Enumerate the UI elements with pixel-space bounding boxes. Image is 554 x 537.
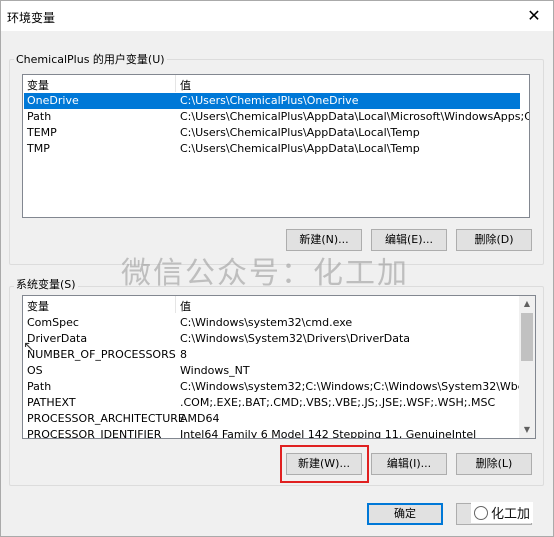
user-var-value: C:\Users\ChemicalPlus\AppData\Local\Temp [180, 126, 420, 139]
user-col-value[interactable]: 值 [180, 77, 191, 93]
table-row[interactable]: DriverData C:\Windows\System32\Drivers\D… [24, 331, 518, 347]
highlight-box [280, 445, 369, 483]
system-var-value: C:\Windows\system32\cmd.exe [180, 316, 353, 329]
window-title: 环境变量 [7, 11, 56, 25]
table-row[interactable]: ComSpec C:\Windows\system32\cmd.exe [24, 315, 518, 331]
user-variables-list[interactable]: 变量 值 OneDrive C:\Users\ChemicalPlus\OneD… [22, 74, 530, 218]
table-row[interactable]: OneDrive C:\Users\ChemicalPlus\OneDrive [24, 93, 520, 109]
table-row[interactable]: PATHEXT .COM;.EXE;.BAT;.CMD;.VBS;.VBE;.J… [24, 395, 518, 411]
table-row[interactable]: PROCESSOR_IDENTIFIER Intel64 Family 6 Mo… [24, 427, 518, 439]
system-var-value: C:\Windows\system32;C:\Windows;C:\Window… [180, 380, 536, 393]
user-var-name: OneDrive [27, 94, 79, 107]
user-var-value: C:\Users\ChemicalPlus\AppData\Local\Temp [180, 142, 420, 155]
system-var-name: OS [27, 364, 43, 377]
system-var-name: DriverData [27, 332, 88, 345]
table-row[interactable]: Path C:\Users\ChemicalPlus\AppData\Local… [24, 109, 529, 125]
environment-variables-dialog: 环境变量 ✕ ChemicalPlus 的用户变量(U) 变量 值 OneDri… [0, 0, 554, 537]
system-var-name: ComSpec [27, 316, 79, 329]
table-row[interactable]: TMP C:\Users\ChemicalPlus\AppData\Local\… [24, 141, 520, 157]
wechat-icon [474, 506, 488, 520]
system-var-name: NUMBER_OF_PROCESSORS [27, 348, 176, 361]
user-col-variable[interactable]: 变量 [27, 77, 49, 93]
scrollbar-thumb[interactable] [521, 313, 533, 361]
user-list-header: 变量 值 [23, 75, 529, 92]
user-variables-label: ChemicalPlus 的用户变量(U) [14, 51, 167, 67]
system-var-name: PATHEXT [27, 396, 76, 409]
table-row[interactable]: TEMP C:\Users\ChemicalPlus\AppData\Local… [24, 125, 520, 141]
user-var-name: TEMP [27, 126, 57, 139]
system-var-value: C:\Windows\System32\Drivers\DriverData [180, 332, 411, 345]
system-col-value[interactable]: 值 [180, 298, 191, 314]
user-var-value: C:\Users\ChemicalPlus\OneDrive [180, 94, 359, 107]
system-var-name: Path [27, 380, 52, 393]
system-variables-label: 系统变量(S) [14, 276, 78, 292]
user-var-value: C:\Users\ChemicalPlus\AppData\Local\Micr… [180, 110, 530, 123]
system-list-header: 变量 值 [23, 296, 535, 313]
user-var-name: Path [27, 110, 52, 123]
system-var-value: .COM;.EXE;.BAT;.CMD;.VBS;.VBE;.JS;.JSE;.… [180, 396, 496, 409]
system-var-name: PROCESSOR_ARCHITECTURE [27, 412, 185, 425]
chevron-up-icon[interactable]: ▲ [519, 296, 535, 312]
user-var-name: TMP [27, 142, 50, 155]
system-var-value: 8 [180, 348, 187, 361]
chevron-down-icon[interactable]: ▼ [519, 422, 535, 438]
system-delete-button[interactable]: 删除(L) [456, 453, 532, 475]
column-divider[interactable] [175, 296, 176, 313]
system-var-value: Windows_NT [180, 364, 250, 377]
watermark-badge: 化工加 [471, 502, 534, 523]
user-delete-button[interactable]: 删除(D) [456, 229, 532, 251]
watermark-text: 微信公众号：化工加 [121, 256, 409, 291]
system-variables-list[interactable]: 变量 值 ComSpec C:\Windows\system32\cmd.exe… [22, 295, 536, 439]
system-var-value: AMD64 [180, 412, 220, 425]
close-icon[interactable]: ✕ [523, 5, 545, 27]
column-divider[interactable] [175, 75, 176, 92]
table-row[interactable]: PROCESSOR_ARCHITECTURE AMD64 [24, 411, 518, 427]
system-var-value: Intel64 Family 6 Model 142 Stepping 11, … [180, 428, 477, 439]
table-row[interactable]: Path C:\Windows\system32;C:\Windows;C:\W… [24, 379, 535, 395]
system-var-name: PROCESSOR_IDENTIFIER [27, 428, 162, 439]
mouse-cursor-icon: ↖ [23, 339, 35, 355]
watermark-badge-text: 化工加 [491, 507, 531, 522]
table-row[interactable]: NUMBER_OF_PROCESSORS 8 [24, 347, 518, 363]
title-bar: 环境变量 ✕ [1, 1, 553, 31]
ok-button[interactable]: 确定 [367, 503, 443, 525]
system-edit-button[interactable]: 编辑(I)... [371, 453, 447, 475]
table-row[interactable]: OS Windows_NT [24, 363, 518, 379]
system-list-scrollbar[interactable]: ▲ ▼ [519, 296, 535, 438]
system-col-variable[interactable]: 变量 [27, 298, 49, 314]
